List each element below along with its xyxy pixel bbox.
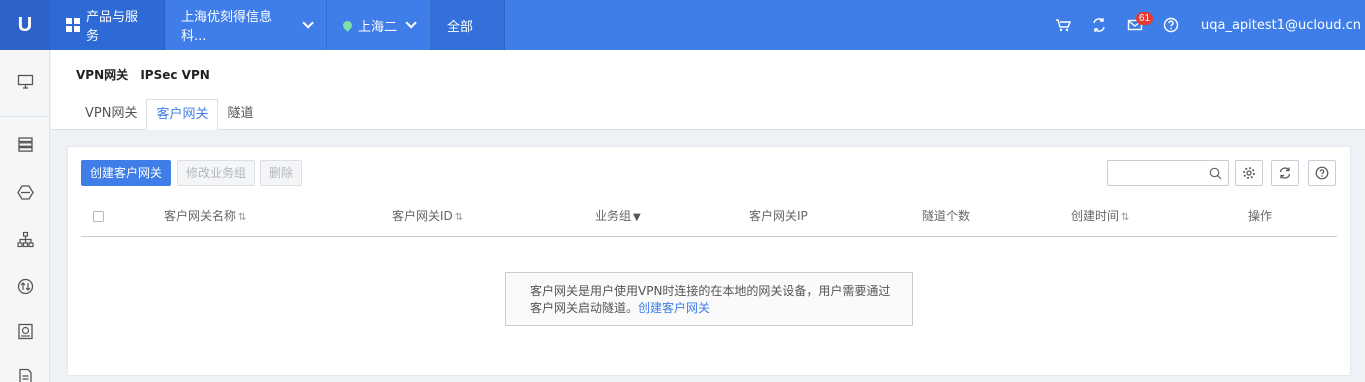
cart-icon xyxy=(1056,19,1071,32)
logo-u-icon: U xyxy=(17,14,33,36)
user-account-menu[interactable]: uqa_apitest1@ucloud.cn xyxy=(1189,18,1365,33)
sync-icon xyxy=(1093,18,1105,32)
breadcrumb-vpn-gateway[interactable]: VPN网关 xyxy=(76,68,128,82)
location-pin-icon xyxy=(341,18,354,32)
top-right-tools: 61 uqa_apitest1@ucloud.cn xyxy=(1045,0,1365,50)
project-selector[interactable]: 上海优刻得信息科... xyxy=(165,0,327,50)
region-selector[interactable]: 上海二 xyxy=(327,0,431,50)
tab-customer-gateway[interactable]: 客户网关 xyxy=(146,99,219,130)
tab-vpn-gateway[interactable]: VPN网关 xyxy=(76,99,146,130)
ucloud-logo[interactable]: U xyxy=(0,0,50,50)
empty-state-line2-text: 客户网关启动隧道。 xyxy=(530,301,639,315)
hexagon-icon xyxy=(17,185,34,200)
transfer-icon xyxy=(17,278,34,295)
search-input[interactable] xyxy=(1107,160,1229,186)
empty-state-line2: 客户网关启动隧道。创建客户网关 xyxy=(530,300,912,317)
sort-icon[interactable]: ⇅ xyxy=(455,212,463,223)
storage-icon xyxy=(18,323,33,340)
column-tunnel-count: 隧道个数 xyxy=(922,209,971,223)
left-sidebar xyxy=(0,50,50,382)
products-services-label: 产品与服务 xyxy=(86,10,139,44)
sidebar-item-transfer[interactable] xyxy=(17,278,34,295)
refresh-icon xyxy=(1279,167,1291,179)
messages-button[interactable]: 61 xyxy=(1117,0,1154,50)
column-name-label: 客户网关名称 xyxy=(164,209,237,223)
help-button[interactable] xyxy=(1153,0,1189,50)
column-created[interactable]: 创建时间 ⇅ xyxy=(1071,201,1129,233)
chevron-down-icon xyxy=(405,17,417,29)
column-ip: 客户网关IP xyxy=(749,209,808,223)
region-label: 上海二 xyxy=(358,19,398,35)
tab-tunnel[interactable]: 隧道 xyxy=(218,99,262,130)
grid-icon xyxy=(66,18,80,32)
sidebar-item-storage[interactable] xyxy=(17,323,34,340)
sidebar-item-database[interactable] xyxy=(17,136,34,153)
tab-bar: VPN网关 客户网关 隧道 xyxy=(76,99,263,130)
column-id-label: 客户网关ID xyxy=(392,209,453,223)
sidebar-item-network[interactable] xyxy=(17,231,34,248)
sort-icon[interactable]: ⇅ xyxy=(1121,212,1129,223)
column-group-label: 业务组 xyxy=(595,209,632,223)
column-id[interactable]: 客户网关ID ⇅ xyxy=(392,201,463,233)
settings-button[interactable] xyxy=(1235,160,1263,186)
monitor-icon xyxy=(17,74,34,89)
sort-icon[interactable]: ⇅ xyxy=(238,212,246,223)
refresh-button[interactable] xyxy=(1271,160,1299,186)
modify-group-button[interactable]: 修改业务组 xyxy=(177,160,256,186)
document-icon xyxy=(19,368,32,382)
notification-badge: 61 xyxy=(1136,12,1154,25)
sidebar-item-document[interactable] xyxy=(17,368,34,382)
page-header: VPN网关 IPSec VPN VPN网关 客户网关 隧道 xyxy=(51,50,1365,130)
sync-button[interactable] xyxy=(1081,0,1117,50)
top-navigation-bar: U 产品与服务 上海优刻得信息科... 上海二 全部 61 uqa_apites… xyxy=(0,0,1365,50)
question-icon xyxy=(1315,166,1329,180)
column-name[interactable]: 客户网关名称 ⇅ xyxy=(164,201,246,233)
content-card: 创建客户网关 修改业务组 删除 客户网关名称 ⇅ 客户网关ID ⇅ 业务组 ▼ 客户网… xyxy=(67,146,1351,376)
breadcrumb-ipsec-vpn: IPSec VPN xyxy=(140,68,210,82)
sidebar-item-container[interactable] xyxy=(17,184,34,201)
create-customer-gateway-link[interactable]: 创建客户网关 xyxy=(638,301,710,315)
column-created-label: 创建时间 xyxy=(1071,209,1120,223)
empty-state-line1: 客户网关是用户使用VPN时连接的在本地的网关设备，用户需要通过 xyxy=(530,284,891,298)
filter-icon[interactable]: ▼ xyxy=(633,212,641,223)
breadcrumb: VPN网关 IPSec VPN xyxy=(76,66,218,83)
database-icon xyxy=(18,137,33,152)
chevron-down-icon xyxy=(302,17,314,29)
cart-button[interactable] xyxy=(1045,0,1081,50)
delete-button[interactable]: 删除 xyxy=(260,160,303,186)
gear-icon xyxy=(1243,167,1255,179)
all-zones-label: 全部 xyxy=(447,19,474,35)
help-icon xyxy=(1163,17,1179,33)
create-customer-gateway-button[interactable]: 创建客户网关 xyxy=(81,160,172,186)
products-services-menu[interactable]: 产品与服务 xyxy=(50,0,165,50)
column-actions: 操作 xyxy=(1248,209,1273,223)
column-group[interactable]: 业务组 ▼ xyxy=(595,201,641,233)
project-label: 上海优刻得信息科... xyxy=(181,10,273,44)
table-header: 客户网关名称 ⇅ 客户网关ID ⇅ 业务组 ▼ 客户网关IP 隧道个数 创建时间 ⇅ 操… xyxy=(81,201,1337,237)
sidebar-divider xyxy=(0,116,50,117)
network-icon xyxy=(17,231,34,248)
all-zones-selector[interactable]: 全部 xyxy=(431,0,505,50)
search-icon[interactable] xyxy=(1209,167,1222,180)
empty-state-message: 客户网关是用户使用VPN时连接的在本地的网关设备，用户需要通过 客户网关启动隧道… xyxy=(505,272,913,326)
sidebar-item-compute[interactable] xyxy=(17,73,34,90)
select-all-checkbox[interactable] xyxy=(93,211,104,222)
help-doc-button[interactable] xyxy=(1308,160,1336,186)
